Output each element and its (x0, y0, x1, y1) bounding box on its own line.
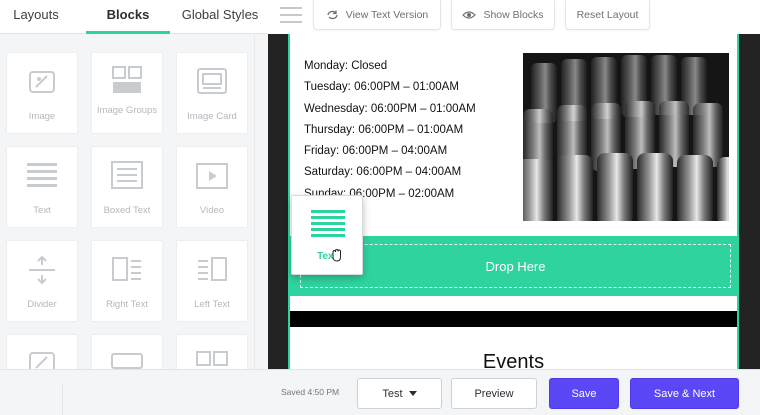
bottom-left-area (0, 370, 268, 415)
block-label: Right Text (105, 299, 149, 310)
reset-layout-label: Reset Layout (576, 8, 639, 21)
grab-cursor-icon (332, 248, 341, 262)
left-text-icon (198, 257, 227, 281)
block-label: Video (199, 205, 225, 216)
eye-icon (462, 10, 477, 19)
block-text[interactable]: Text (6, 146, 78, 228)
block-right-text[interactable]: Right Text (91, 240, 163, 322)
dragging-text-block[interactable]: Text (291, 195, 363, 275)
hours-line: Thursday: 06:00PM – 01:00AM (304, 123, 464, 136)
show-blocks-button[interactable]: Show Blocks (451, 0, 555, 30)
text-icon (311, 210, 345, 237)
preview-button[interactable]: Preview (451, 378, 537, 409)
panel-tabs: Layouts Blocks Global Styles (0, 0, 268, 34)
drop-zone[interactable]: Drop Here (300, 244, 731, 288)
social-icon (196, 351, 228, 366)
block-label: Left Text (194, 299, 230, 310)
image-groups-icon (112, 66, 142, 93)
block-social[interactable] (176, 334, 248, 374)
text-icon (27, 163, 57, 187)
test-label: Test (382, 387, 403, 400)
boxed-text-icon (111, 161, 143, 189)
separator (62, 384, 63, 415)
bottom-action-bar: Saved 4:50 PM Test Preview Save Save & N… (0, 369, 760, 415)
block-image-card[interactable]: Image Card (176, 52, 248, 134)
divider-bar (290, 311, 737, 327)
hamburger-menu-icon[interactable] (280, 7, 302, 25)
caret-down-icon (408, 391, 417, 396)
block-boxed-text[interactable]: Boxed Text (91, 146, 163, 228)
block-label: Image Groups (96, 105, 158, 116)
block-image[interactable]: Image (6, 52, 78, 134)
block-label: Image (28, 111, 56, 122)
block-divider[interactable]: Divider (6, 240, 78, 322)
drop-here-label: Drop Here (485, 258, 546, 274)
glasses-photo-graphic (523, 53, 729, 221)
divider-icon (29, 255, 55, 285)
refresh-icon (327, 10, 338, 19)
hours-line: Tuesday: 06:00PM – 01:00AM (304, 81, 459, 94)
view-text-version-button[interactable]: View Text Version (313, 0, 441, 30)
glasses-photo[interactable] (523, 53, 729, 221)
block-label: Divider (27, 299, 57, 310)
block-video[interactable]: Video (176, 146, 248, 228)
panel-scroll-gutter (254, 34, 268, 369)
blocks-panel: Layouts Blocks Global Styles Image Image… (0, 0, 268, 415)
test-dropdown-button[interactable]: Test (357, 378, 442, 409)
block-label: Image Card (187, 111, 237, 122)
hours-line: Saturday: 06:00PM – 04:00AM (304, 166, 462, 179)
saved-timestamp: Saved 4:50 PM (281, 387, 340, 397)
tab-layouts[interactable]: Layouts (0, 0, 72, 34)
block-label: Text (33, 205, 51, 216)
hours-line: Monday: Closed (304, 60, 388, 72)
block-image-2[interactable] (6, 334, 78, 374)
tab-global-styles[interactable]: Global Styles (178, 0, 262, 34)
hours-line: Friday: 06:00PM – 04:00AM (304, 145, 448, 158)
save-button[interactable]: Save (549, 378, 619, 409)
block-image-groups[interactable]: Image Groups (91, 52, 163, 134)
reset-layout-button[interactable]: Reset Layout (565, 0, 650, 30)
image-card-icon (197, 68, 227, 94)
tab-blocks[interactable]: Blocks (86, 0, 170, 34)
save-and-next-button[interactable]: Save & Next (630, 378, 739, 409)
video-icon (196, 163, 228, 189)
show-blocks-label: Show Blocks (483, 8, 544, 21)
drag-card-label: Text (317, 251, 337, 262)
view-text-version-label: View Text Version (345, 8, 429, 21)
events-heading: Events (482, 351, 545, 369)
opening-hours: Monday: Closed Tuesday: 06:00PM – 01:00A… (304, 56, 476, 205)
hours-line: Wednesday: 06:00PM – 01:00AM (304, 102, 476, 115)
block-left-text[interactable]: Left Text (176, 240, 248, 322)
block-button[interactable] (91, 334, 163, 374)
right-text-icon (112, 257, 141, 281)
image-icon (29, 71, 55, 93)
block-label: Boxed Text (103, 205, 151, 216)
